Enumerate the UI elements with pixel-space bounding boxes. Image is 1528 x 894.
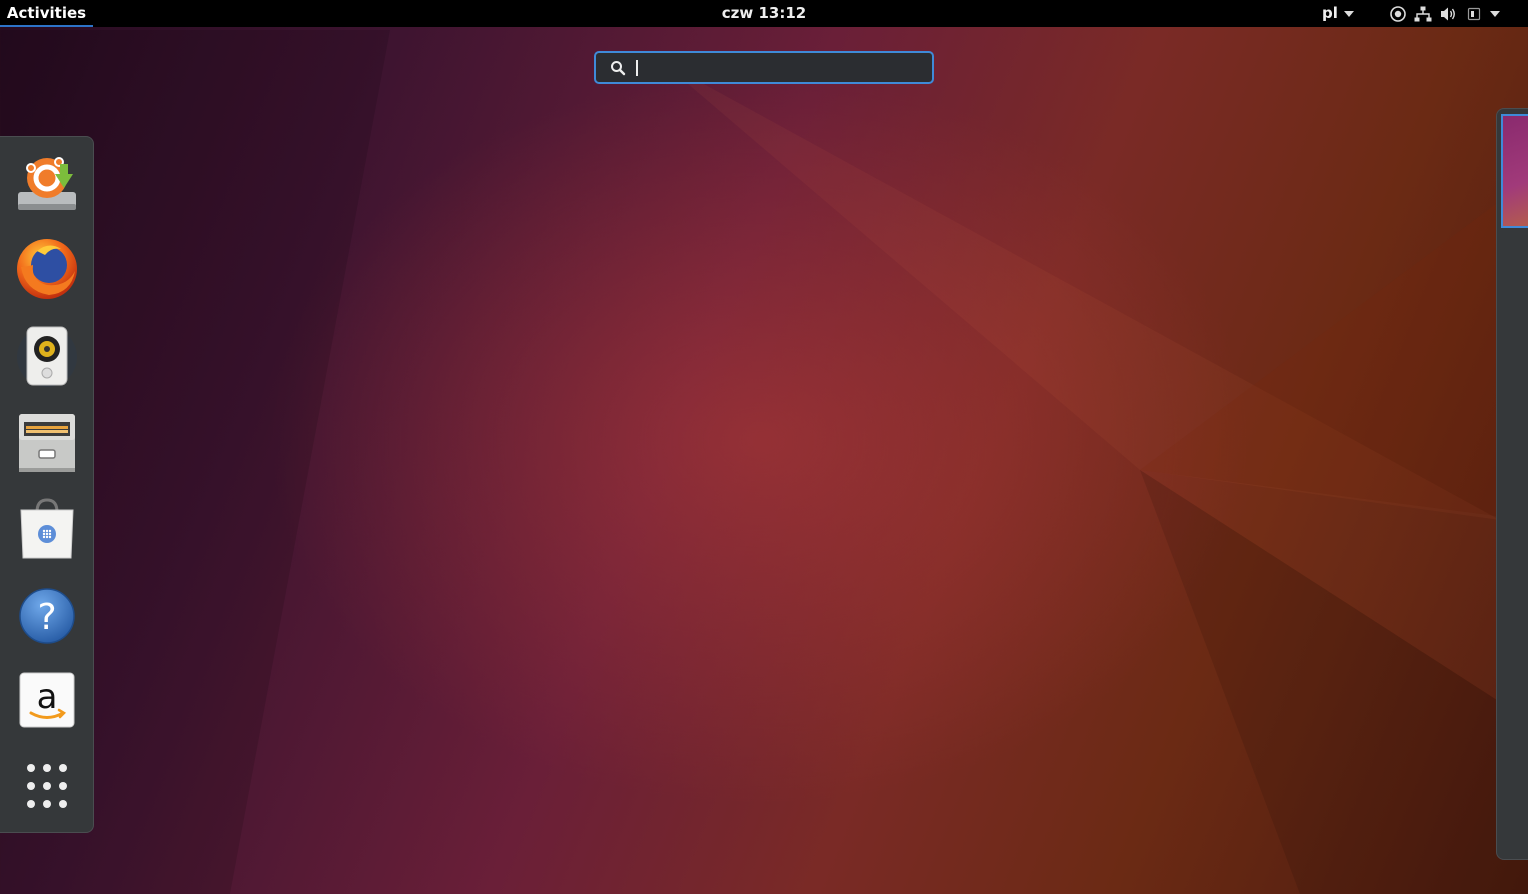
activities-button[interactable]: Activities (0, 0, 93, 27)
dash-item-software-updater[interactable] (12, 147, 82, 217)
top-bar: Activities czw 13:12 pl (0, 0, 1528, 27)
dash-item-ubuntu-software[interactable] (12, 493, 82, 563)
software-updater-icon (18, 157, 76, 210)
search-icon (611, 60, 626, 75)
svg-text:?: ? (37, 597, 56, 638)
language-label: pl (1322, 4, 1338, 22)
rhythmbox-icon (17, 326, 77, 387)
chevron-down-icon (1343, 10, 1354, 17)
search-entry[interactable] (594, 51, 934, 84)
battery-icon (1467, 7, 1481, 20)
dash-item-files[interactable] (12, 407, 82, 477)
system-tray[interactable] (1390, 0, 1500, 27)
files-icon (19, 414, 75, 472)
dash-item-firefox[interactable] (12, 234, 82, 304)
dash-item-rhythmbox[interactable] (12, 320, 82, 390)
workspace-thumbnail[interactable] (1501, 114, 1528, 228)
dash-item-help[interactable]: ? (12, 581, 82, 651)
ubuntu-software-icon (20, 498, 74, 559)
svg-text:a: a (37, 677, 58, 717)
app-grid-icon (27, 764, 67, 808)
clock-label[interactable]: czw 13:12 (722, 4, 806, 22)
show-applications-button[interactable] (12, 751, 82, 821)
volume-icon (1441, 7, 1455, 20)
language-indicator[interactable]: pl (1322, 0, 1354, 27)
accessibility-icon (1390, 5, 1406, 22)
amazon-icon: a (19, 672, 75, 728)
dash-item-amazon[interactable]: a (12, 665, 82, 735)
clock: czw 13:12 (0, 0, 1528, 27)
firefox-icon (17, 239, 77, 299)
help-icon: ? (19, 588, 75, 644)
wallpaper (0, 30, 1528, 894)
search-input[interactable] (634, 54, 932, 81)
dash: ? a (0, 136, 94, 833)
network-icon (1414, 6, 1432, 21)
text-cursor (636, 60, 638, 76)
system-menu-arrow-icon (1490, 10, 1500, 17)
